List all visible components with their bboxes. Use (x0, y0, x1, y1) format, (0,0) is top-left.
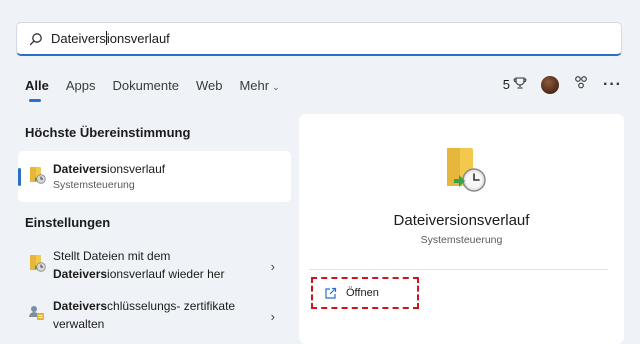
open-button[interactable]: Öffnen (311, 277, 419, 309)
tab-mehr[interactable]: Mehr ⌄ (239, 78, 279, 102)
search-icon (29, 32, 43, 46)
tab-dokumente[interactable]: Dokumente (112, 78, 178, 102)
best-match-title-match: Dateivers (53, 162, 108, 176)
file-history-icon (28, 165, 46, 190)
filter-tabs: Alle Apps Dokumente Web Mehr ⌄ (25, 78, 297, 102)
tab-label: Apps (65, 78, 96, 93)
tab-label: Mehr (239, 78, 270, 93)
people-icon[interactable] (573, 74, 589, 95)
open-button-label: Öffnen (346, 287, 379, 299)
encryption-certificate-icon (28, 303, 46, 328)
detail-panel: Dateiversionsverlauf Systemsteuerung Öff… (299, 114, 624, 344)
tab-label: Web (195, 78, 223, 93)
rewards-points[interactable]: 5 (503, 76, 527, 93)
tab-alle[interactable]: Alle (25, 78, 49, 102)
open-external-icon (324, 287, 337, 300)
settings-item-encryption-certificates[interactable]: Dateiverschlüsselungs- zertifikate verwa… (18, 297, 291, 341)
tab-web[interactable]: Web (196, 78, 223, 102)
header-actions: 5 ··· (503, 74, 622, 95)
detail-title: Dateiversionsverlauf (393, 212, 530, 229)
search-text[interactable]: Dateiversionsverlauf (51, 31, 170, 46)
tab-apps[interactable]: Apps (66, 78, 96, 102)
settings-item-rest: chlüsselungs- zertifikate (107, 299, 236, 313)
settings-item-restore-files[interactable]: Stellt Dateien mit dem Dateiversionsverl… (18, 247, 291, 291)
tab-label: Dokumente (112, 78, 179, 93)
search-text-suggestion: ionsverlauf (106, 31, 170, 46)
best-match-heading: Höchste Übereinstimmung (25, 125, 191, 140)
search-input[interactable]: Dateiversionsverlauf (16, 22, 622, 56)
file-history-large-icon (443, 144, 489, 201)
best-match-title: Dateiversionsverlauf (53, 162, 165, 176)
settings-item-rest: ionsverlauf wieder her (107, 267, 225, 281)
divider (309, 269, 608, 270)
best-match-title-rest: ionsverlauf (107, 162, 166, 176)
settings-item-line1: Dateiverschlüsselungs- zertifikate (53, 297, 235, 315)
search-text-typed: Dateivers (51, 31, 106, 46)
more-options-button[interactable]: ··· (603, 76, 622, 94)
avatar[interactable] (541, 75, 560, 94)
chevron-right-icon: › (270, 309, 275, 324)
settings-item-line1: Stellt Dateien mit dem (53, 249, 171, 263)
detail-subtitle: Systemsteuerung (420, 234, 503, 246)
tab-label: Alle (25, 78, 49, 93)
best-match-item[interactable]: Dateiversionsverlauf Systemsteuerung (18, 151, 291, 202)
settings-item-match: Dateivers (53, 267, 108, 281)
settings-item-match: Dateivers (53, 299, 108, 313)
settings-item-line2: Dateiversionsverlauf wieder her (53, 265, 224, 283)
settings-heading: Einstellungen (25, 215, 111, 230)
best-match-subtitle: Systemsteuerung (53, 179, 135, 191)
file-history-icon (28, 253, 46, 278)
selection-indicator (18, 168, 21, 186)
points-count: 5 (502, 77, 511, 92)
settings-item-line2: verwalten (53, 317, 105, 331)
chevron-down-icon: ⌄ (272, 82, 280, 92)
chevron-right-icon: › (270, 259, 275, 274)
trophy-icon (513, 76, 527, 93)
